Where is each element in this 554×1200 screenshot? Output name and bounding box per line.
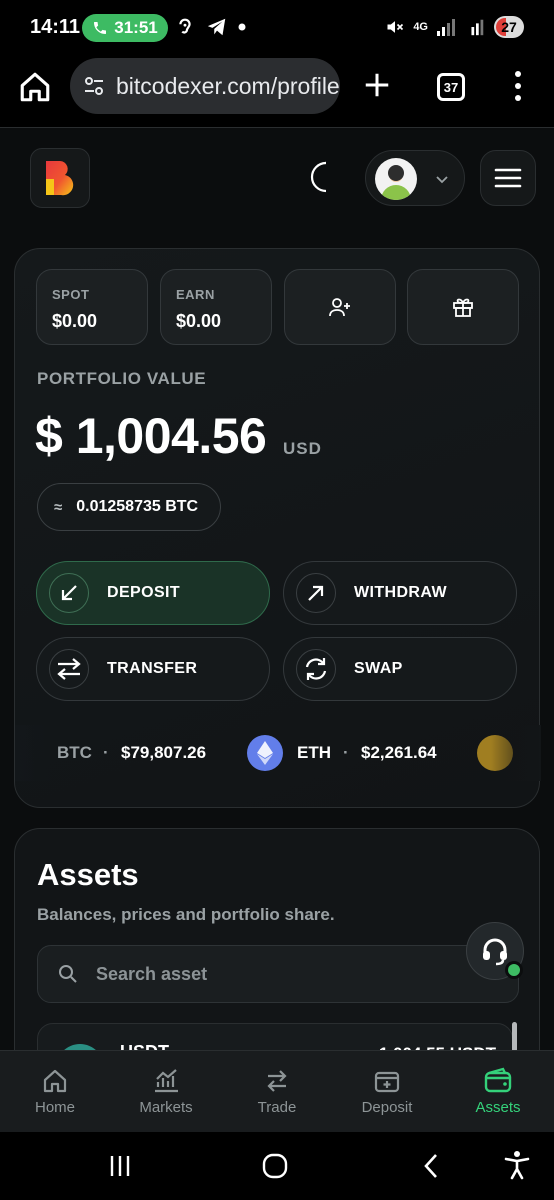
spot-balance-tile[interactable]: SPOT $0.00: [36, 269, 148, 345]
tab-switcher-button[interactable]: 37: [437, 73, 465, 101]
nav-home[interactable]: Home: [5, 1067, 105, 1116]
earn-value: $0.00: [176, 311, 222, 331]
status-time: 14:11: [30, 16, 81, 38]
recents-icon[interactable]: [106, 1152, 134, 1180]
ticker-separator: ·: [343, 743, 349, 762]
assets-title: Assets: [37, 857, 139, 892]
earn-balance-tile[interactable]: EARN $0.00: [160, 269, 272, 345]
nav-deposit[interactable]: Deposit: [337, 1067, 437, 1116]
ticker-price-btc: $79,807.26: [121, 743, 207, 762]
search-icon: [59, 965, 77, 983]
more-notifications-dot-icon: [238, 23, 246, 31]
call-indicator[interactable]: 31:51: [82, 14, 168, 42]
ticker-price-eth: $2,261.64: [361, 743, 437, 762]
hearing-icon: [179, 18, 191, 34]
chevron-down-icon: [436, 176, 448, 184]
theme-toggle-moon-icon[interactable]: [306, 160, 336, 194]
transfer-button[interactable]: TRANSFER: [36, 637, 270, 701]
notification-icons: [174, 16, 246, 38]
browser-menu-icon[interactable]: [508, 68, 528, 104]
swap-label: SWAP: [354, 660, 403, 677]
signal-roaming-icon: [471, 19, 484, 36]
address-bar[interactable]: bitcodexer.com/profile: [70, 58, 340, 114]
assets-subtitle: Balances, prices and portfolio share.: [37, 905, 335, 924]
search-placeholder: Search asset: [96, 963, 208, 984]
system-navigation-bar: [0, 1132, 554, 1200]
status-bar: 14:11 31:51 4G 27: [0, 0, 554, 56]
bottom-navigation: Home Markets Trade Deposit Assets: [0, 1050, 554, 1132]
swap-arrows-icon: [267, 1070, 287, 1092]
system-home-icon[interactable]: [261, 1152, 289, 1180]
hamburger-menu-button[interactable]: [480, 150, 536, 206]
portfolio-value-label: PORTFOLIO VALUE: [37, 369, 207, 388]
deposit-label: DEPOSIT: [107, 584, 181, 601]
support-chat-button[interactable]: [466, 922, 524, 980]
eth-coin-icon: [247, 735, 283, 771]
swap-cycle-icon: [296, 649, 336, 689]
portfolio-card: SPOT $0.00 EARN $0.00 PORTFOLIO VALUE $ …: [14, 248, 541, 808]
signal-icon: [437, 19, 455, 36]
hamburger-icon: [494, 168, 522, 188]
system-icons: 4G 27: [385, 16, 524, 38]
portfolio-currency: USD: [283, 439, 322, 458]
btc-equivalent-badge: ≈ 0.01258735 BTC: [37, 483, 221, 531]
earn-label: EARN: [176, 287, 215, 302]
withdraw-button[interactable]: WITHDRAW: [283, 561, 517, 625]
add-user-icon: [329, 298, 350, 317]
site-logo[interactable]: [30, 148, 90, 208]
back-icon[interactable]: [418, 1152, 446, 1180]
deposit-button[interactable]: DEPOSIT: [36, 561, 270, 625]
transfer-arrows-icon: [49, 649, 89, 689]
wallet-icon: [484, 1067, 512, 1093]
browser-toolbar: bitcodexer.com/profile 37: [0, 56, 554, 128]
withdraw-label: WITHDRAW: [354, 584, 447, 601]
nav-assets-label: Assets: [475, 1099, 521, 1116]
price-ticker: BTC · $79,807.26 ETH · $2,261.64: [15, 725, 541, 781]
search-asset-input[interactable]: Search asset: [37, 945, 519, 1003]
assets-card: Assets Balances, prices and portfolio sh…: [14, 828, 540, 1088]
deposit-icon: [374, 1071, 400, 1093]
nav-trade[interactable]: Trade: [227, 1067, 327, 1116]
site-settings-icon[interactable]: [82, 74, 106, 98]
headset-icon: [483, 938, 507, 966]
network-type: 4G: [413, 21, 428, 33]
mute-icon: [387, 21, 404, 33]
new-tab-icon[interactable]: [362, 70, 392, 100]
url-text: bitcodexer.com/profile: [116, 72, 340, 99]
phone-icon: [94, 22, 107, 34]
online-status-dot: [505, 961, 523, 979]
profile-menu-button[interactable]: [365, 150, 465, 206]
rewards-button[interactable]: [407, 269, 519, 345]
gift-icon: [453, 298, 473, 317]
home-icon: [43, 1069, 67, 1093]
ticker-symbol-eth: ETH: [297, 743, 331, 762]
nav-deposit-label: Deposit: [361, 1099, 413, 1116]
nav-home-label: Home: [34, 1099, 75, 1116]
btc-equivalent-value: 0.01258735 BTC: [76, 498, 199, 515]
arrow-down-left-icon: [49, 573, 89, 613]
chart-icon: [155, 1069, 178, 1093]
transfer-label: TRANSFER: [107, 660, 198, 677]
nav-markets[interactable]: Markets: [116, 1067, 216, 1116]
portfolio-value-amount: $ 1,004.56: [35, 408, 267, 464]
nav-assets[interactable]: Assets: [448, 1067, 548, 1116]
browser-home-icon[interactable]: [18, 70, 52, 104]
invite-friend-button[interactable]: [284, 269, 396, 345]
swap-button[interactable]: SWAP: [283, 637, 517, 701]
nav-trade-label: Trade: [257, 1099, 297, 1116]
call-timer: 31:51: [114, 18, 158, 37]
ticker-symbol-btc: BTC: [57, 743, 92, 762]
nav-markets-label: Markets: [139, 1099, 193, 1116]
ticker-separator: ·: [103, 743, 109, 762]
logo-b-icon: [46, 161, 74, 196]
spot-value: $0.00: [52, 311, 98, 331]
scrollbar-thumb[interactable]: [512, 1022, 517, 1052]
accessibility-icon[interactable]: [503, 1150, 531, 1180]
approx-symbol: ≈: [54, 498, 63, 516]
telegram-icon: [207, 18, 226, 36]
avatar: [375, 158, 417, 200]
arrow-up-right-icon: [296, 573, 336, 613]
battery-icon: 27: [494, 16, 524, 38]
spot-label: SPOT: [52, 287, 90, 302]
